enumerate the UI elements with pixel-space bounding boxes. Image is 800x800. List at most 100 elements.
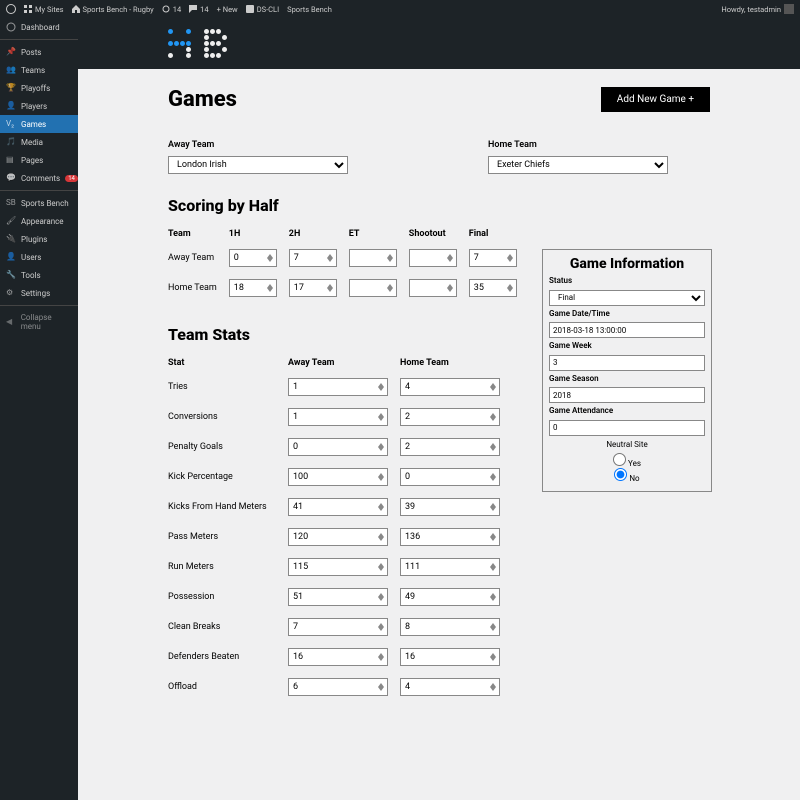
spinner-buttons[interactable] xyxy=(378,379,386,395)
spinner-buttons[interactable] xyxy=(378,409,386,425)
dscli-link[interactable]: DS-CLI xyxy=(246,5,279,14)
sb-logo xyxy=(168,29,233,58)
stat-clean-breaks-away-input[interactable] xyxy=(288,618,388,636)
season-input[interactable] xyxy=(549,387,705,403)
sidebar-item-games[interactable]: V₂Games xyxy=(0,115,78,133)
sidebar-item-appearance[interactable]: 🖌Appearance xyxy=(0,212,78,230)
stat-kick-percentage-away-input[interactable] xyxy=(288,468,388,486)
spinner-buttons[interactable] xyxy=(490,409,498,425)
stat-run-meters-home-input[interactable] xyxy=(400,558,500,576)
new-content-link[interactable]: + New xyxy=(217,5,238,14)
spinner-buttons[interactable] xyxy=(490,439,498,455)
spinner-buttons[interactable] xyxy=(378,679,386,695)
spinner-buttons[interactable] xyxy=(447,250,455,266)
sidebar-item-comments[interactable]: 💬Comments14 xyxy=(0,169,78,187)
stat-penalty-goals-away-input[interactable] xyxy=(288,438,388,456)
updates-link[interactable]: 14 xyxy=(162,5,181,14)
spinner-buttons[interactable] xyxy=(490,619,498,635)
stat-conversions-home-input[interactable] xyxy=(400,408,500,426)
sidebar-item-playoffs[interactable]: 🏆Playoffs xyxy=(0,79,78,97)
sidebar-item-teams[interactable]: 👥Teams xyxy=(0,61,78,79)
neutral-yes-label[interactable]: Yes xyxy=(613,459,641,468)
sidebar-item-settings[interactable]: ⚙Settings xyxy=(0,284,78,302)
stat-name: Run Meters xyxy=(168,552,288,582)
sidebar-item-posts[interactable]: 📌Posts xyxy=(0,43,78,61)
stat-defenders-beaten-home-input[interactable] xyxy=(400,648,500,666)
sidebar-item-players[interactable]: 👤Players xyxy=(0,97,78,115)
home-team-select[interactable]: Exeter Chiefs xyxy=(488,156,668,174)
sidebar-item-plugins[interactable]: 🔌Plugins xyxy=(0,230,78,248)
site-name-link[interactable]: Sports Bench - Rugby xyxy=(72,5,154,14)
sidebar-item-dashboard[interactable]: Dashboard xyxy=(0,18,78,36)
stat-clean-breaks-home-input[interactable] xyxy=(400,618,500,636)
spinner-buttons[interactable] xyxy=(447,280,455,296)
sidebar-item-tools[interactable]: 🔧Tools xyxy=(0,266,78,284)
stat-kicks-from-hand-meters-home-input[interactable] xyxy=(400,498,500,516)
spinner-buttons[interactable] xyxy=(490,559,498,575)
sidebar-item-media[interactable]: 🎵Media xyxy=(0,133,78,151)
stat-offload-home-input[interactable] xyxy=(400,678,500,696)
sidebar-item-pages[interactable]: ▤Pages xyxy=(0,151,78,169)
stat-offload-away-input[interactable] xyxy=(288,678,388,696)
spinner-buttons[interactable] xyxy=(490,469,498,485)
week-input[interactable] xyxy=(549,355,705,371)
spinner-buttons[interactable] xyxy=(490,589,498,605)
stat-row-defenders-beaten: Defenders Beaten xyxy=(168,642,512,672)
comments-link[interactable]: 14 xyxy=(189,5,208,14)
spinner-buttons[interactable] xyxy=(267,280,275,296)
neutral-yes-radio[interactable] xyxy=(613,453,626,466)
stat-conversions-away-input[interactable] xyxy=(288,408,388,426)
neutral-no-label[interactable]: No xyxy=(614,474,639,483)
stat-possession-home-input[interactable] xyxy=(400,588,500,606)
spinner-buttons[interactable] xyxy=(378,619,386,635)
sidebar-item-users[interactable]: 👤Users xyxy=(0,248,78,266)
spinner-buttons[interactable] xyxy=(507,250,515,266)
stat-tries-away-input[interactable] xyxy=(288,378,388,396)
wp-logo[interactable] xyxy=(6,4,16,14)
spinner-buttons[interactable] xyxy=(490,379,498,395)
stat-defenders-beaten-away-input[interactable] xyxy=(288,648,388,666)
stat-kick-percentage-home-input[interactable] xyxy=(400,468,500,486)
spinner-buttons[interactable] xyxy=(507,280,515,296)
howdy-link[interactable]: Howdy, testadmin xyxy=(721,4,794,14)
spinner-buttons[interactable] xyxy=(378,529,386,545)
spinner-buttons[interactable] xyxy=(378,439,386,455)
spinner-buttons[interactable] xyxy=(490,679,498,695)
my-sites-link[interactable]: My Sites xyxy=(24,5,64,14)
stat-run-meters-away-input[interactable] xyxy=(288,558,388,576)
sidebar-item-sportsbench[interactable]: SBSports Bench xyxy=(0,194,78,212)
stat-pass-meters-away-input[interactable] xyxy=(288,528,388,546)
attendance-input[interactable] xyxy=(549,420,705,436)
status-select[interactable]: Final xyxy=(549,290,705,306)
attendance-label: Game Attendance xyxy=(549,406,705,415)
scoring-th-team: Team xyxy=(168,225,229,243)
spinner-buttons[interactable] xyxy=(378,469,386,485)
stat-possession-away-input[interactable] xyxy=(288,588,388,606)
spinner-buttons[interactable] xyxy=(490,499,498,515)
vs-icon: V₂ xyxy=(6,119,16,129)
sportsbench-link[interactable]: Sports Bench xyxy=(287,5,332,14)
spinner-buttons[interactable] xyxy=(378,589,386,605)
player-icon: 👤 xyxy=(6,101,16,111)
add-new-game-button[interactable]: Add New Game + xyxy=(601,87,710,112)
away-team-select[interactable]: London Irish xyxy=(168,156,348,174)
spinner-buttons[interactable] xyxy=(267,250,275,266)
spinner-buttons[interactable] xyxy=(387,280,395,296)
spinner-buttons[interactable] xyxy=(387,250,395,266)
spinner-buttons[interactable] xyxy=(378,649,386,665)
away-team-label: Away Team xyxy=(168,140,348,150)
stat-pass-meters-home-input[interactable] xyxy=(400,528,500,546)
sidebar-collapse[interactable]: ◀Collapse menu xyxy=(0,309,78,335)
spinner-buttons[interactable] xyxy=(327,250,335,266)
spinner-buttons[interactable] xyxy=(490,649,498,665)
spinner-buttons[interactable] xyxy=(378,499,386,515)
spinner-buttons[interactable] xyxy=(490,529,498,545)
stat-tries-home-input[interactable] xyxy=(400,378,500,396)
neutral-no-radio[interactable] xyxy=(614,468,627,481)
datetime-input[interactable] xyxy=(549,322,705,338)
spinner-buttons[interactable] xyxy=(327,280,335,296)
stat-kicks-from-hand-meters-away-input[interactable] xyxy=(288,498,388,516)
week-label: Game Week xyxy=(549,341,705,350)
stat-penalty-goals-home-input[interactable] xyxy=(400,438,500,456)
spinner-buttons[interactable] xyxy=(378,559,386,575)
